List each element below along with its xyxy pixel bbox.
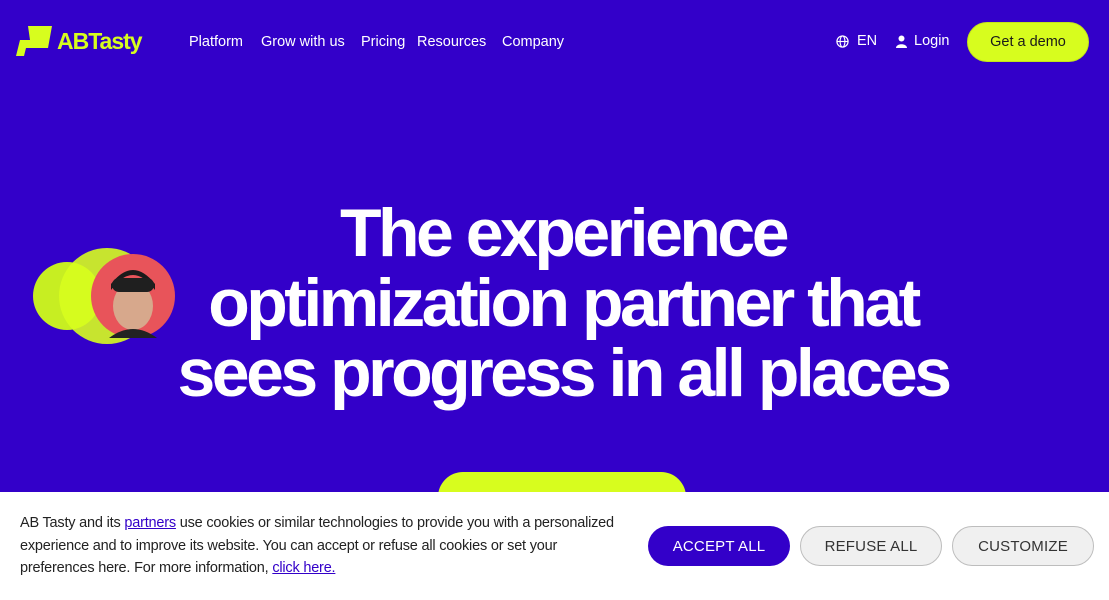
partners-link[interactable]: partners — [124, 515, 176, 531]
more-info-link[interactable]: click here. — [272, 560, 335, 576]
hero-headline-line: optimization partner that — [208, 265, 921, 341]
language-label: EN — [857, 33, 878, 49]
nav-link-resources[interactable]: Resources — [417, 33, 486, 51]
accept-all-button[interactable]: ACCEPT ALL — [648, 526, 790, 566]
customize-button[interactable]: CUSTOMIZE — [952, 526, 1094, 566]
nav-link-grow-with-us[interactable]: Grow with us — [261, 33, 345, 51]
login-link[interactable]: Login — [896, 33, 949, 49]
get-a-demo-button[interactable]: Get a demo — [967, 22, 1089, 62]
cookie-banner: AB Tasty and its partners use cookies or… — [0, 492, 1109, 600]
hero-headline-line: sees progress in all places — [177, 335, 952, 411]
logo-wordmark: ABTasty — [57, 27, 143, 54]
abtasty-logo-mark-icon — [16, 26, 52, 56]
cookie-text-part: AB Tasty and its — [20, 515, 125, 531]
user-icon — [896, 35, 907, 48]
nav-link-pricing[interactable]: Pricing — [361, 33, 405, 51]
login-label: Login — [914, 33, 950, 49]
hero-headline: The experience optimization partner that… — [150, 198, 976, 408]
hero-headline-line: The experience — [339, 195, 790, 271]
nav-link-company[interactable]: Company — [502, 33, 564, 51]
nav-link-platform[interactable]: Platform — [189, 33, 243, 51]
cookie-message: AB Tasty and its partners use cookies or… — [20, 512, 632, 580]
globe-icon — [836, 34, 849, 48]
language-selector[interactable]: EN — [836, 33, 877, 49]
abtasty-logo[interactable]: ABTasty — [16, 26, 143, 56]
top-navigation: ABTasty Platform Grow with us Pricing Re… — [0, 0, 1109, 84]
refuse-all-button[interactable]: REFUSE ALL — [800, 526, 942, 566]
